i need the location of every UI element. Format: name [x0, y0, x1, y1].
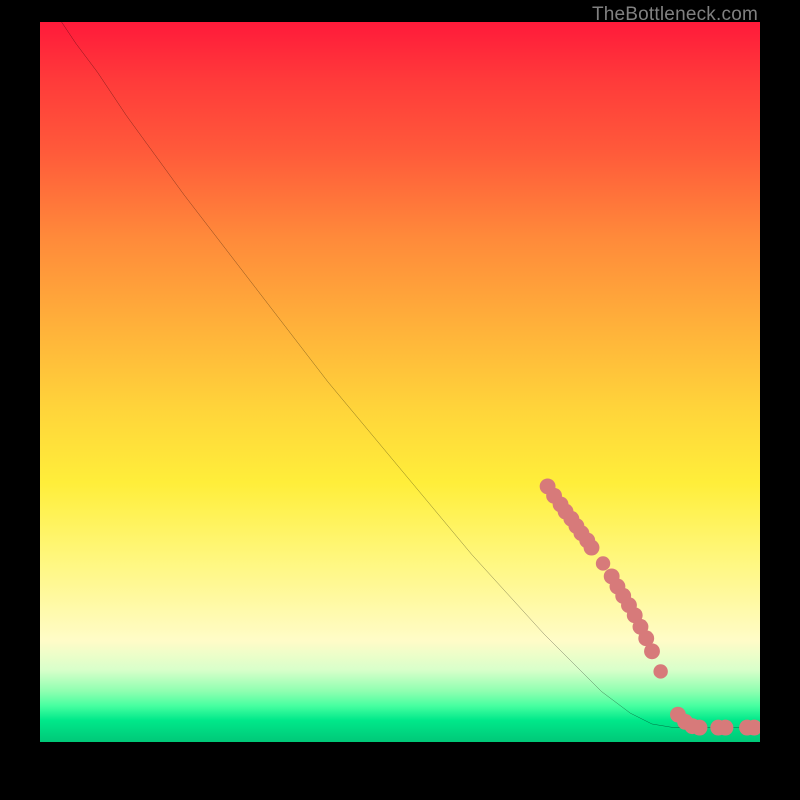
data-points-layer [540, 478, 760, 735]
data-point [644, 643, 660, 659]
data-point [584, 540, 600, 556]
plot-area [40, 22, 760, 742]
bottleneck-curve [62, 22, 760, 728]
chart-svg [40, 22, 760, 742]
curve-layer [62, 22, 760, 728]
data-point [692, 720, 708, 736]
data-point [718, 720, 734, 736]
data-point [653, 664, 667, 678]
data-point [596, 556, 610, 570]
chart-frame: TheBottleneck.com [0, 0, 800, 800]
